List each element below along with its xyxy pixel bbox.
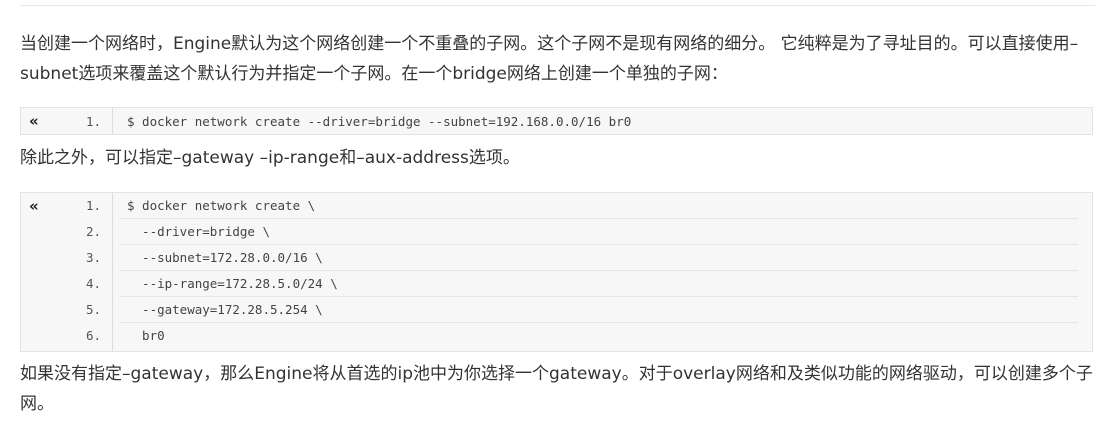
code-line: 2. --driver=bridge \ bbox=[21, 219, 1092, 245]
options-paragraph: 除此之外，可以指定–gateway –ip-range和–aux-address… bbox=[20, 148, 520, 168]
code-text: --driver=bridge \ bbox=[127, 224, 270, 239]
line-number: 4. bbox=[85, 276, 101, 291]
line-number: 1. bbox=[85, 198, 101, 213]
line-number: 1. bbox=[85, 114, 101, 129]
code-block-subnet: « 1. $ docker network create --driver=br… bbox=[20, 107, 1093, 135]
code-text: $ docker network create \ bbox=[127, 198, 316, 213]
line-number: 3. bbox=[85, 250, 101, 265]
top-divider bbox=[20, 5, 1095, 6]
line-number: 6. bbox=[85, 328, 101, 343]
code-block-gateway: « 1. $ docker network create \ 2. --driv… bbox=[20, 192, 1093, 352]
code-text: --gateway=172.28.5.254 \ bbox=[127, 302, 323, 317]
code-text: $ docker network create --driver=bridge … bbox=[127, 114, 632, 129]
code-line: 1. $ docker network create \ bbox=[21, 193, 1092, 219]
code-line: 1. $ docker network create --driver=brid… bbox=[21, 109, 1092, 135]
code-text: --ip-range=172.28.5.0/24 \ bbox=[127, 276, 338, 291]
code-text: br0 bbox=[127, 328, 165, 343]
line-number: 2. bbox=[85, 224, 101, 239]
line-number: 5. bbox=[85, 302, 101, 317]
closing-paragraph: 如果没有指定–gateway，那么Engine将从首选的ip池中为你选择一个ga… bbox=[20, 364, 1093, 414]
code-line: 3. --subnet=172.28.0.0/16 \ bbox=[21, 245, 1092, 271]
intro-paragraph: 当创建一个网络时，Engine默认为这个网络创建一个不重叠的子网。这个子网不是现… bbox=[20, 34, 1079, 84]
code-line: 6. br0 bbox=[21, 323, 1092, 349]
code-text: --subnet=172.28.0.0/16 \ bbox=[127, 250, 323, 265]
code-line: 4. --ip-range=172.28.5.0/24 \ bbox=[21, 271, 1092, 297]
code-line: 5. --gateway=172.28.5.254 \ bbox=[21, 297, 1092, 323]
